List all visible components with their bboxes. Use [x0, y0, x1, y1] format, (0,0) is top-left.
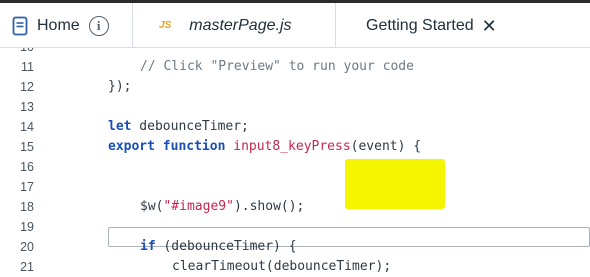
code-text: (event) { — [350, 139, 422, 154]
tab-home-label: Home — [37, 16, 80, 34]
info-icon[interactable]: i — [88, 15, 109, 36]
code-text: }); — [108, 79, 132, 94]
tab-bar: Home i JS masterPage.js Getting Started … — [0, 3, 590, 48]
line-number: 18 — [20, 200, 34, 214]
line-number: 21 — [20, 260, 34, 274]
code-text: ).show(); — [233, 199, 305, 214]
line-number: 11 — [21, 60, 34, 74]
code-line[interactable]: 20 if (debounceTimer) { — [0, 237, 590, 257]
code-line[interactable]: 17 — [0, 177, 590, 197]
code-line[interactable]: 16 — [0, 157, 590, 177]
line-number: 14 — [20, 120, 34, 134]
code-line[interactable]: 14 let debounceTimer; — [0, 117, 590, 137]
code-line[interactable]: 19 — [0, 217, 590, 237]
line-number: 17 — [20, 180, 34, 194]
line-number: 15 — [20, 140, 34, 154]
code-line[interactable]: 21 clearTimeout(debounceTimer); — [0, 257, 590, 277]
tab-home[interactable]: Home i — [0, 3, 133, 48]
line-number: 20 — [20, 240, 34, 254]
code-comment: // Click "Preview" to run your code — [140, 59, 414, 74]
keyword: if — [140, 239, 156, 254]
js-file-icon: JS — [159, 20, 172, 31]
line-number: 13 — [20, 100, 34, 114]
tab-masterpage-label: masterPage.js — [189, 16, 292, 34]
code-line[interactable]: 11 // Click "Preview" to run your code — [0, 57, 590, 77]
tab-getting-started-label: Getting Started — [366, 16, 474, 34]
string-literal: "#image9" — [163, 199, 234, 214]
code-line[interactable]: 15 export function input8_keyPress(event… — [0, 137, 590, 157]
function-name: input8_keyPress — [233, 139, 351, 154]
code-editor[interactable]: 10 11 // Click "Preview" to run your cod… — [0, 37, 590, 274]
code-text: (debounceTimer) { — [155, 239, 297, 254]
code-line[interactable]: 12 }); — [0, 77, 590, 97]
code-line[interactable]: 18 $w("#image9").show(); — [0, 197, 590, 217]
tab-getting-started[interactable]: Getting Started ✕ — [336, 3, 590, 48]
close-icon[interactable]: ✕ — [482, 17, 497, 35]
keyword: let — [108, 119, 132, 134]
code-text: clearTimeout(debounceTimer); — [172, 259, 392, 274]
line-number: 19 — [20, 220, 34, 234]
tab-masterpage[interactable]: JS masterPage.js — [133, 3, 336, 48]
code-line[interactable]: 13 — [0, 97, 590, 117]
code-text: debounceTimer; — [131, 119, 249, 134]
code-text: $w( — [140, 199, 164, 214]
keyword: function — [162, 139, 226, 154]
line-number: 16 — [20, 160, 34, 174]
keyword: export — [108, 139, 155, 154]
file-icon — [12, 16, 28, 35]
line-number: 12 — [20, 80, 34, 94]
